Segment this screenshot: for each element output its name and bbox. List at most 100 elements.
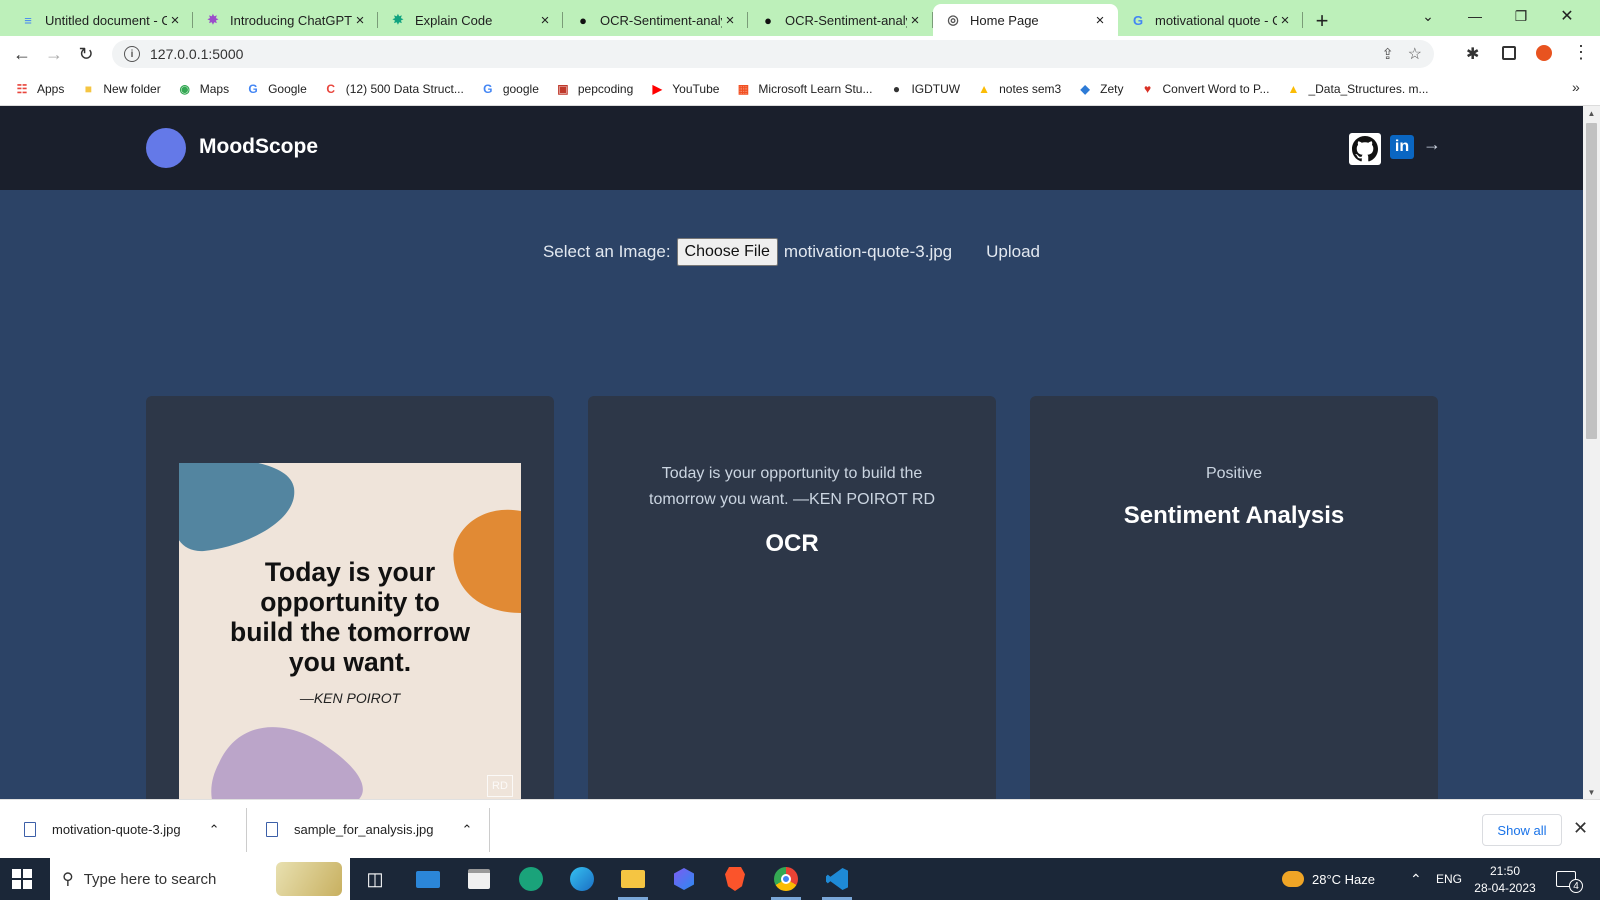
minimize-button[interactable]: —	[1452, 0, 1498, 32]
tab-2[interactable]: ✸ Introducing ChatGPT ×	[193, 4, 378, 36]
sentiment-result-text: Positive	[1205, 465, 1263, 482]
chevron-up-icon[interactable]: ⌃	[209, 822, 220, 838]
choose-file-button[interactable]: Choose File	[676, 238, 778, 266]
forward-icon[interactable]: →	[38, 38, 70, 70]
language-indicator[interactable]: ENG	[1436, 858, 1462, 900]
bookmark-item[interactable]: Ggoogle	[480, 81, 539, 97]
google-docs-icon: ≡	[24, 12, 32, 28]
close-tab-icon[interactable]: ×	[907, 12, 923, 29]
clock[interactable]: 21:50 28-04-2023	[1472, 863, 1538, 897]
bookmark-item[interactable]: ☷ Apps	[14, 81, 65, 97]
notification-center-icon[interactable]: 4	[1556, 858, 1583, 900]
brave-icon[interactable]	[720, 864, 750, 894]
close-downloads-icon[interactable]: ✕	[1573, 818, 1588, 839]
quote-line: opportunity to	[260, 587, 440, 617]
file-explorer-icon[interactable]	[618, 864, 648, 894]
linkedin-icon[interactable]: in	[1390, 135, 1414, 159]
close-tab-icon[interactable]: ×	[352, 12, 368, 29]
reload-icon[interactable]: ↻	[70, 38, 102, 70]
bookmark-item[interactable]: ▦ Microsoft Learn Stu...	[735, 81, 873, 97]
address-bar[interactable]: i 127.0.0.1:5000 ⇪ ☆	[112, 40, 1434, 68]
browser-toolbar: ← → ↻ i 127.0.0.1:5000 ⇪ ☆ ✱ ⋮	[0, 36, 1600, 72]
tab-list: ≡ Untitled document - C × ✸ Introducing Chat…	[0, 0, 1303, 36]
new-tab-button[interactable]: +	[1307, 6, 1337, 36]
tab-search-icon[interactable]: ⌄	[1405, 0, 1451, 32]
download-item[interactable]: sample_for_analysis.jpg ⌃	[266, 800, 472, 859]
github-icon[interactable]	[1349, 133, 1381, 165]
bookmark-item[interactable]: ▲ notes sem3	[976, 81, 1061, 97]
microsoft-icon: ▦	[737, 81, 750, 96]
profile-avatar[interactable]	[1536, 45, 1552, 61]
side-panel-icon[interactable]	[1502, 46, 1516, 60]
microsoft-store-icon[interactable]	[464, 864, 494, 894]
bookmark-item[interactable]: ◆ Zety	[1077, 81, 1124, 97]
bookmark-item[interactable]: ▲ _Data_Structures. m...	[1285, 81, 1429, 97]
more-bookmarks-icon[interactable]: »	[1572, 79, 1580, 95]
bookmark-item[interactable]: C (12) 500 Data Struct...	[323, 81, 464, 97]
bookmark-item[interactable]: ▣ pepcoding	[555, 81, 633, 97]
edge-icon[interactable]	[567, 864, 597, 894]
tab-3[interactable]: ✸ Explain Code ×	[378, 4, 563, 36]
upload-button[interactable]: Upload	[986, 242, 1040, 262]
weather-widget[interactable]: 28°C Haze	[1282, 858, 1375, 900]
extensions-icon[interactable]: ✱	[1466, 44, 1479, 64]
download-item[interactable]: motivation-quote-3.jpg ⌃	[24, 800, 220, 859]
bookmark-item[interactable]: ▶ YouTube	[649, 81, 720, 97]
close-tab-icon[interactable]: ×	[167, 12, 183, 29]
bookmark-label: (12) 500 Data Struct...	[345, 81, 464, 96]
taskbar-search-box[interactable]: ⚲ Type here to search	[50, 858, 350, 900]
arrow-right-icon[interactable]: →	[1423, 134, 1441, 155]
bookmark-item[interactable]: ♥ Convert Word to P...	[1140, 81, 1270, 97]
close-tab-icon[interactable]: ×	[1092, 12, 1108, 29]
bookmark-label: Maps	[199, 81, 230, 96]
tab-5[interactable]: ● OCR-Sentiment-analy ×	[748, 4, 933, 36]
tab-4[interactable]: ● OCR-Sentiment-analy ×	[563, 4, 748, 36]
brand-logo[interactable]	[146, 128, 186, 168]
restore-button[interactable]: ❐	[1498, 0, 1544, 32]
clock-date: 28-04-2023	[1474, 881, 1536, 895]
zety-icon: ◆	[1080, 81, 1090, 96]
google-icon: G	[248, 81, 258, 96]
bookmark-star-icon[interactable]: ☆	[1408, 44, 1422, 64]
mail-icon[interactable]	[413, 864, 443, 894]
site-info-icon[interactable]: i	[124, 46, 140, 62]
page-scrollbar[interactable]: ▲ ▼	[1583, 106, 1600, 799]
chatgpt-app-icon[interactable]	[516, 864, 546, 894]
rd-badge: RD	[487, 775, 513, 797]
show-hidden-icons-icon[interactable]: ⌃	[1410, 858, 1422, 900]
google-icon: G	[1132, 12, 1144, 28]
power-automate-icon[interactable]	[669, 864, 699, 894]
scrollbar-thumb[interactable]	[1586, 123, 1597, 439]
haze-weather-icon	[1282, 871, 1304, 887]
tab-label: motivational quote - C	[1155, 12, 1277, 28]
close-tab-icon[interactable]: ×	[537, 12, 553, 29]
close-tab-icon[interactable]: ×	[722, 12, 738, 29]
bookmark-label: Zety	[1100, 81, 1124, 96]
bookmark-item[interactable]: ● IGDTUW	[888, 81, 960, 97]
task-view-icon[interactable]: ◫	[360, 864, 390, 894]
sentiment-card-title: Sentiment Analysis	[1123, 502, 1345, 529]
close-window-button[interactable]: ✕	[1544, 0, 1590, 32]
chrome-icon[interactable]	[771, 864, 801, 894]
share-icon[interactable]: ⇪	[1381, 45, 1394, 63]
vscode-icon[interactable]	[822, 864, 852, 894]
igdtuw-icon: ●	[892, 81, 901, 96]
chevron-up-icon[interactable]: ⌃	[461, 822, 472, 838]
tab-separator	[1302, 12, 1303, 28]
brand-name[interactable]: MoodScope	[199, 135, 318, 159]
tab-6[interactable]: ◎ Home Page ×	[933, 4, 1118, 36]
bookmark-item[interactable]: ■ New folder	[80, 81, 161, 97]
back-icon[interactable]: ←	[6, 38, 38, 70]
tab-7[interactable]: Gmotivational quote - C ×	[1118, 4, 1303, 36]
show-all-button[interactable]: Show all	[1482, 814, 1562, 846]
scroll-down-arrow-icon[interactable]: ▼	[1583, 785, 1600, 799]
bookmark-label: YouTube	[672, 81, 720, 96]
windows-start-icon[interactable]	[12, 869, 32, 889]
tab-1[interactable]: ≡ Untitled document - C ×	[8, 4, 193, 36]
close-tab-icon[interactable]: ×	[1277, 12, 1293, 29]
bookmarks-bar: ☷ Apps ■ New folder ◉ Maps G Google C (12) 500 Da…	[0, 72, 1600, 106]
menu-icon[interactable]: ⋮	[1572, 42, 1590, 63]
bookmark-item[interactable]: G Google	[245, 81, 306, 97]
scroll-up-arrow-icon[interactable]: ▲	[1583, 106, 1600, 120]
bookmark-item[interactable]: ◉ Maps	[177, 81, 229, 97]
